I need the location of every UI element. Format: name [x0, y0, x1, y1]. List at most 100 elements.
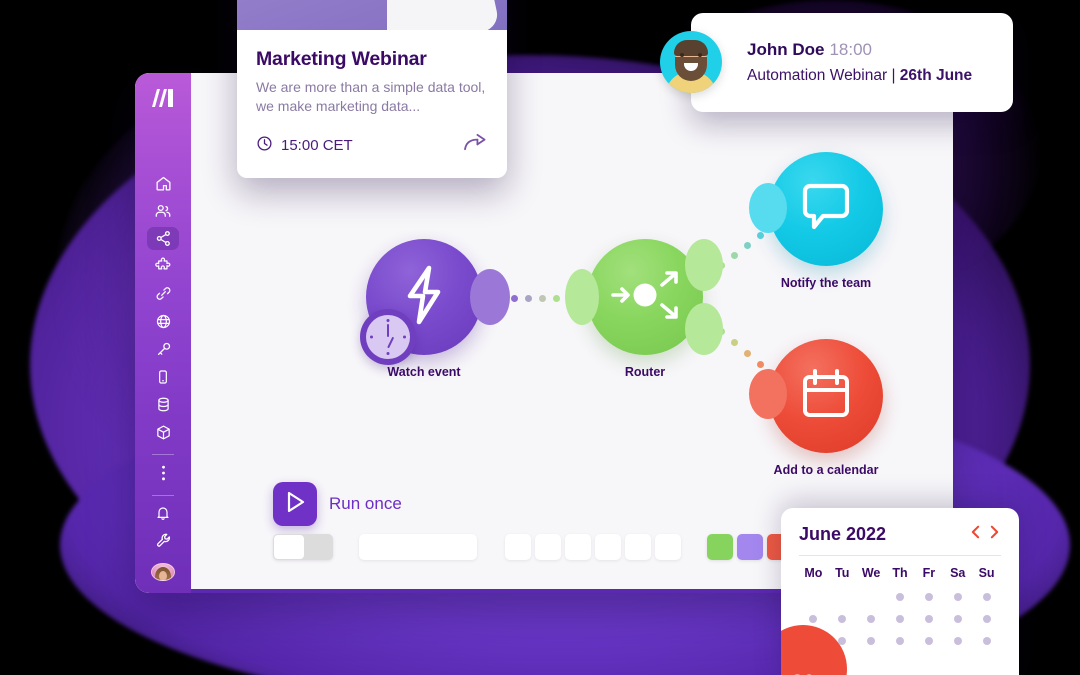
sidebar-item-devices[interactable] [147, 365, 179, 389]
calendar-day-dot [867, 593, 875, 601]
calendar-bubble-number: 26 [791, 671, 814, 675]
calendar-day-cell[interactable] [972, 593, 1001, 601]
sidebar-item-data-stores[interactable] [147, 393, 179, 417]
calendar-day-dot [867, 637, 876, 645]
toolbar-square-button[interactable] [595, 534, 621, 560]
sidebar-item-webhooks[interactable] [147, 310, 179, 334]
calendar-day-cell[interactable] [943, 637, 972, 645]
calendar-day-cell[interactable] [857, 615, 886, 623]
calendar-day-cell[interactable] [943, 593, 972, 601]
calendar-day-cell[interactable] [886, 637, 915, 645]
calendar-day-cell[interactable] [914, 593, 943, 601]
calendar-day-cell[interactable] [943, 615, 972, 623]
toolbar-square-button[interactable] [625, 534, 651, 560]
clock-icon [366, 315, 410, 359]
chat-bubble-icon [798, 181, 854, 238]
calendar-day-dot [953, 593, 962, 601]
toolbar-button-group[interactable] [505, 534, 685, 560]
calendar-nav[interactable] [969, 524, 1001, 545]
share-arrow-icon[interactable] [463, 132, 488, 158]
calendar-day-dot [924, 615, 933, 623]
sidebar-item-more[interactable] [147, 461, 179, 485]
toolbar-color-swatch[interactable] [737, 534, 763, 560]
sidebar-item-keys[interactable] [147, 337, 179, 361]
toast-sender-name: John Doe [747, 40, 825, 60]
run-once-control[interactable]: Run once [273, 482, 402, 526]
calendar-day-cell[interactable] [886, 593, 915, 601]
node-stub-router-dn [685, 303, 723, 355]
watch-event-clock-badge [360, 309, 416, 365]
calendar-day-dot [924, 593, 933, 601]
calendar-day-cell[interactable] [886, 615, 915, 623]
calendar-day-cell[interactable] [914, 637, 943, 645]
webinar-card-body: Marketing Webinar We are more than a sim… [237, 30, 507, 116]
calendar-day-dot [982, 615, 991, 623]
marketing-webinar-card[interactable]: 26 Marketing Webinar We are more than a … [237, 0, 507, 178]
calendar-weekday: Tu [835, 566, 850, 580]
calendar-month-label: June 2022 [799, 524, 887, 544]
toolbar-color-swatch[interactable] [707, 534, 733, 560]
toast-subject-line: Automation Webinar | 26th June [747, 65, 972, 87]
webinar-title: Marketing Webinar [256, 48, 427, 70]
database-icon [155, 396, 172, 413]
calendar-day-cell[interactable] [857, 637, 886, 645]
calendar-day-dot [809, 593, 817, 601]
calendar-day-dot [895, 637, 904, 645]
toolbar-toggle[interactable] [273, 534, 333, 560]
sidebar-avatar[interactable] [151, 562, 175, 581]
sidebar-item-team[interactable] [147, 199, 179, 223]
sidebar-item-notifications[interactable] [147, 501, 179, 525]
calendar-day-empty [799, 593, 828, 601]
flow-node-label-router: Router [624, 365, 666, 379]
avatar-eye-left [680, 53, 684, 57]
calendar-day-cell[interactable] [828, 615, 857, 623]
sidebar-item-settings[interactable] [147, 529, 179, 553]
make-logo-icon[interactable] [148, 87, 178, 109]
calendar-day-dot [953, 637, 962, 645]
calendar-widget[interactable]: June 2022 Mo Tu We Th Fr Sa Su 26 [781, 508, 1019, 675]
calendar-day-dot [867, 615, 876, 623]
flow-node-label-add-calendar: Add to a calendar [773, 463, 879, 477]
node-stub-watch [470, 269, 510, 325]
toolbar-square-button[interactable] [535, 534, 561, 560]
screenshot-stage: Watch event Router Notify the team Add t… [0, 0, 1080, 675]
webinar-time-text: 15:00 CET [281, 136, 353, 154]
sidebar-item-connections[interactable] [147, 282, 179, 306]
node-stub-calendar [749, 369, 787, 419]
sidebar-divider-2 [152, 494, 174, 496]
clock-icon [256, 135, 273, 156]
calendar-weekday: Sa [950, 566, 966, 580]
toolbar-square-button[interactable] [565, 534, 591, 560]
calendar-day-empty [857, 593, 886, 601]
calendar-day-dot [895, 593, 904, 601]
toast-subject-date: 26th June [899, 66, 973, 84]
sidebar-item-scenarios[interactable] [147, 226, 179, 251]
toast-time: 18:00 [829, 40, 872, 60]
calendar-day-cell[interactable] [914, 615, 943, 623]
key-icon [155, 341, 172, 358]
sidebar-item-packages[interactable] [147, 420, 179, 444]
calendar-weekday: Mo [804, 566, 823, 580]
toolbar-field[interactable] [359, 534, 477, 560]
chevron-left-icon[interactable] [969, 524, 982, 545]
calendar-day-cell[interactable] [799, 615, 828, 623]
toolbar-square-button[interactable] [655, 534, 681, 560]
notification-toast[interactable]: John Doe 18:00 Automation Webinar | 26th … [660, 13, 1013, 112]
toolbar-square-button[interactable] [505, 534, 531, 560]
users-icon [154, 202, 172, 220]
canvas-toolbar[interactable] [273, 534, 827, 560]
calendar-weekday: Su [978, 566, 995, 580]
sidebar-item-templates[interactable] [147, 254, 179, 278]
calendar-day-cell[interactable] [972, 637, 1001, 645]
calendar-day-dot [982, 593, 991, 601]
node-stub-router-in [565, 269, 599, 325]
calendar-icon [798, 366, 854, 427]
flow-node-label-watch-event: Watch event [387, 365, 461, 379]
run-once-button[interactable] [273, 482, 317, 526]
sidebar-item-home[interactable] [147, 171, 179, 195]
mobile-icon [155, 369, 171, 385]
home-icon [155, 175, 172, 192]
calendar-day-cell[interactable] [972, 615, 1001, 623]
chevron-right-icon[interactable] [988, 524, 1001, 545]
webinar-photo-person [377, 0, 501, 30]
